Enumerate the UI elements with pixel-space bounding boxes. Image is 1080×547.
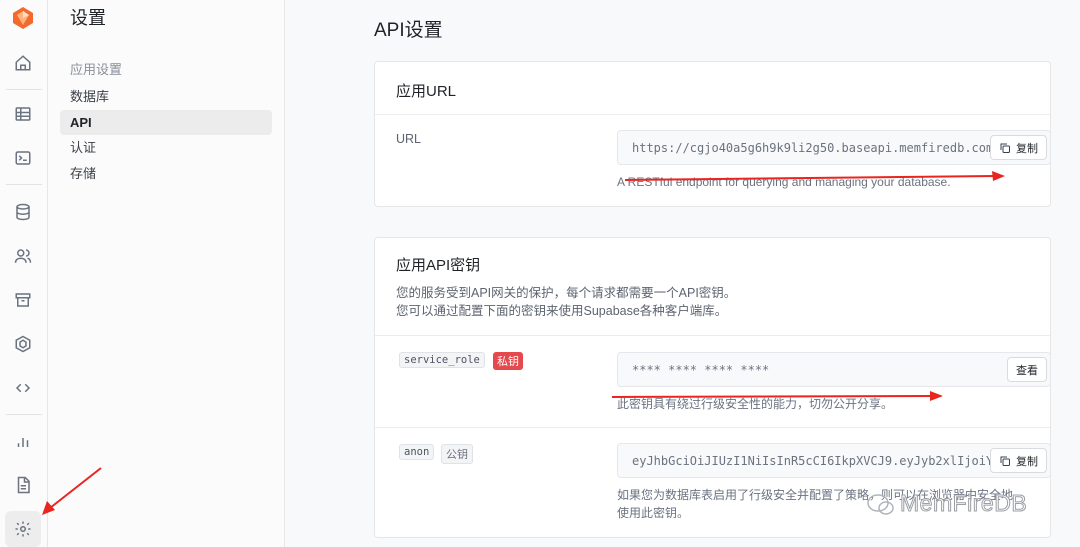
watermark-text: MemFireDB xyxy=(899,490,1028,517)
annotation-arrows xyxy=(42,171,1005,515)
wechat-watermark-icon xyxy=(867,494,894,515)
